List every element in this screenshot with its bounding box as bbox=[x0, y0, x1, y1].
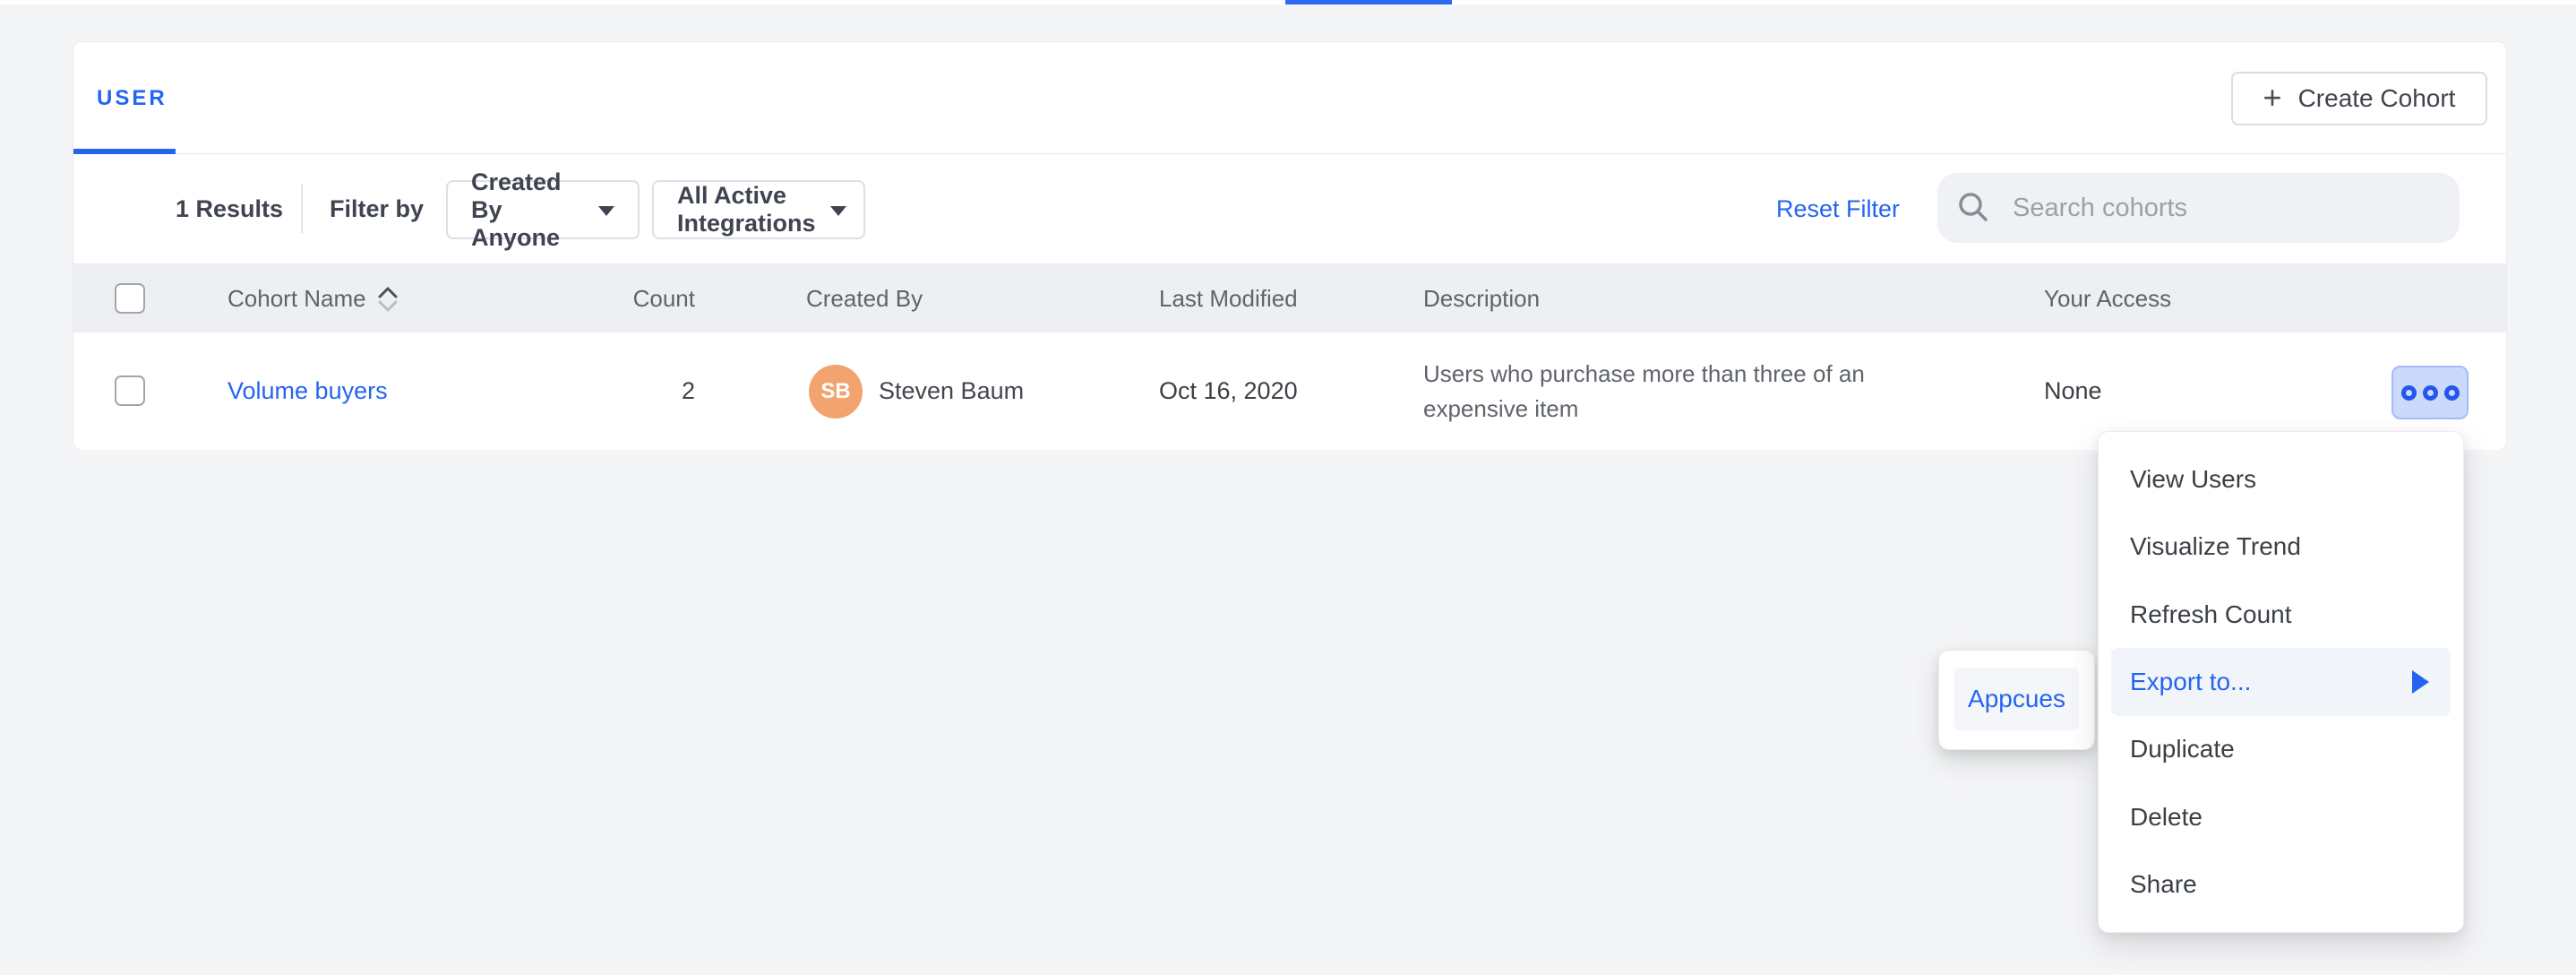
sort-icon bbox=[377, 287, 399, 312]
row-context-menu: View Users Visualize Trend Refresh Count… bbox=[2098, 431, 2464, 933]
menu-item-export-to[interactable]: Export to... bbox=[2111, 648, 2451, 715]
integrations-dropdown-label: All Active Integrations bbox=[677, 182, 816, 237]
column-header-created-by: Created By bbox=[806, 264, 923, 333]
filter-bar: 1 Results Filter by Created By Anyone Al… bbox=[73, 154, 2506, 263]
menu-item-delete[interactable]: Delete bbox=[2111, 783, 2451, 850]
submenu-item-appcues[interactable]: Appcues bbox=[1954, 668, 2079, 730]
filter-by-label: Filter by bbox=[330, 154, 424, 263]
search-input[interactable] bbox=[2013, 194, 2442, 223]
dot-icon bbox=[2444, 385, 2460, 401]
select-all-checkbox[interactable] bbox=[115, 283, 145, 314]
dot-icon bbox=[2401, 385, 2417, 401]
created-by-dropdown[interactable]: Created By Anyone bbox=[446, 180, 640, 239]
description-cell: Users who purchase more than three of an… bbox=[1423, 332, 1865, 450]
created-by-cell: SB Steven Baum bbox=[809, 332, 1024, 450]
results-count: 1 Results bbox=[176, 154, 283, 263]
cohorts-panel: USER + Create Cohort 1 Results Filter by… bbox=[73, 41, 2507, 450]
tab-user-label: USER bbox=[97, 86, 167, 111]
integrations-dropdown[interactable]: All Active Integrations bbox=[652, 180, 865, 239]
menu-item-share[interactable]: Share bbox=[2111, 851, 2451, 919]
more-actions-button[interactable] bbox=[2391, 366, 2469, 419]
cohort-count: 2 bbox=[539, 332, 695, 450]
description-line: expensive item bbox=[1423, 392, 1578, 427]
column-header-your-access: Your Access bbox=[2044, 264, 2171, 333]
table-header: Cohort Name Count Created By Last Modifi… bbox=[73, 263, 2506, 332]
menu-item-duplicate[interactable]: Duplicate bbox=[2111, 716, 2451, 783]
create-cohort-button[interactable]: + Create Cohort bbox=[2231, 72, 2487, 125]
search-icon bbox=[1955, 190, 1991, 226]
dot-icon bbox=[2423, 385, 2438, 401]
search-box[interactable] bbox=[1937, 173, 2460, 243]
description-line: Users who purchase more than three of an bbox=[1423, 357, 1865, 392]
your-access-cell: None bbox=[2044, 332, 2102, 450]
row-checkbox[interactable] bbox=[115, 375, 145, 406]
create-cohort-label: Create Cohort bbox=[2298, 84, 2456, 113]
menu-item-refresh-count[interactable]: Refresh Count bbox=[2111, 581, 2451, 648]
last-modified-cell: Oct 16, 2020 bbox=[1159, 332, 1298, 450]
column-header-last-modified: Last Modified bbox=[1159, 264, 1298, 333]
created-by-name: Steven Baum bbox=[879, 377, 1024, 405]
tab-bar: USER + Create Cohort bbox=[73, 42, 2506, 154]
created-by-dropdown-label: Created By Anyone bbox=[471, 168, 584, 252]
caret-down-icon bbox=[830, 206, 846, 216]
menu-item-export-to-label: Export to... bbox=[2130, 668, 2251, 696]
active-nav-tab-indicator bbox=[1285, 0, 1452, 4]
submenu-arrow-icon bbox=[2412, 670, 2429, 694]
avatar: SB bbox=[809, 365, 863, 418]
reset-filter-link[interactable]: Reset Filter bbox=[1776, 154, 1900, 263]
cohort-name-link[interactable]: Volume buyers bbox=[228, 332, 388, 450]
menu-item-view-users[interactable]: View Users bbox=[2111, 445, 2451, 513]
export-submenu: Appcues bbox=[1938, 650, 2095, 750]
tab-user[interactable]: USER bbox=[97, 42, 167, 154]
plus-icon: + bbox=[2263, 82, 2282, 114]
cohorts-screen: USER + Create Cohort 1 Results Filter by… bbox=[0, 0, 2576, 975]
column-header-description: Description bbox=[1423, 264, 1540, 333]
top-nav-strip bbox=[0, 0, 2576, 4]
cohort-name-header-label: Cohort Name bbox=[228, 285, 366, 313]
column-header-cohort-name[interactable]: Cohort Name bbox=[228, 264, 399, 333]
filter-divider bbox=[301, 185, 303, 233]
column-header-count: Count bbox=[539, 264, 695, 333]
menu-item-visualize-trend[interactable]: Visualize Trend bbox=[2111, 513, 2451, 580]
caret-down-icon bbox=[598, 206, 614, 216]
